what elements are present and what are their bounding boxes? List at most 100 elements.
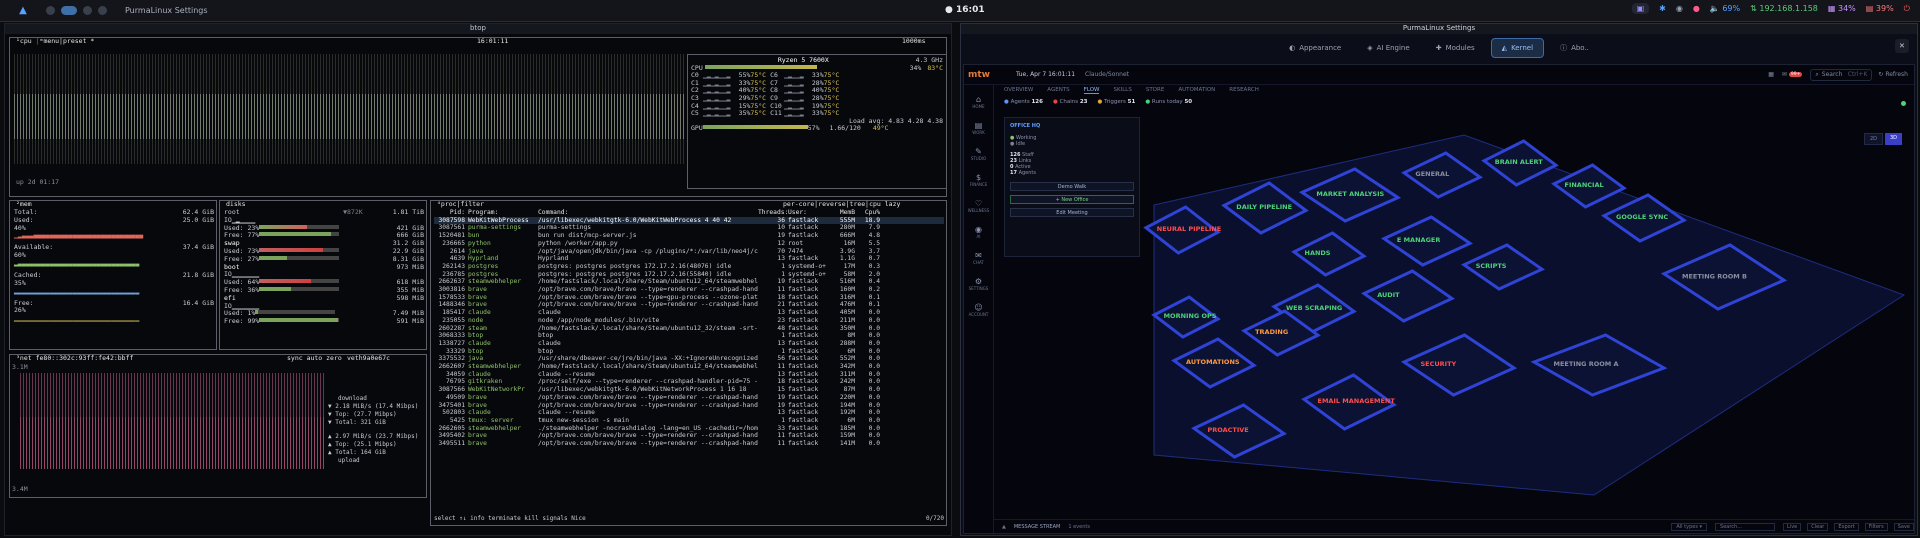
ai-icon: ◈ <box>1367 44 1373 52</box>
table-row[interactable]: 1578533 brave/opt/brave.com/brave/brave -… <box>434 294 944 302</box>
sidebar-item-wellness[interactable]: ♡ WELLNESS <box>968 199 990 213</box>
bluetooth-icon[interactable]: ✱ <box>1659 4 1666 13</box>
stream-export-button[interactable]: Export <box>1834 522 1859 531</box>
tab-modules[interactable]: ✚ Modules <box>1426 39 1485 57</box>
expand-icon[interactable]: ▲ <box>1002 524 1006 530</box>
tab-ai-engine[interactable]: ◈ AI Engine <box>1357 39 1419 57</box>
grid-icon[interactable]: ▦ <box>1768 71 1774 78</box>
settings-window[interactable]: PurmaLinux Settings ◐ Appearance ◈ AI Engin… <box>960 23 1918 536</box>
stream-search-input[interactable]: Search... <box>1715 522 1776 531</box>
table-row[interactable]: 2602287 steam/home/fastslack/.local/share… <box>434 325 944 333</box>
workspace-dot-active[interactable] <box>61 6 77 15</box>
table-row[interactable]: 3087561 purma-settings purma-settings 10 fas… <box>434 224 944 232</box>
type-filter-select[interactable]: All types ▾ <box>1671 522 1708 531</box>
close-icon[interactable]: ✕ <box>1895 39 1909 53</box>
workspace-dot[interactable] <box>83 6 92 15</box>
sidebar-item-home[interactable]: ⌂ HOME <box>972 95 984 109</box>
demo-walk-button[interactable]: Demo Walk <box>1010 182 1134 191</box>
nav-tab-flow[interactable]: FLOW <box>1083 87 1100 94</box>
stream-filters-button[interactable]: Filters <box>1864 522 1888 531</box>
cpu-indicator[interactable]: ▦ 34% <box>1828 4 1856 13</box>
tab-abo--[interactable]: ⓘ Abo.. <box>1550 38 1599 58</box>
sidebar-item-chat[interactable]: ✉ CHAT <box>973 251 984 265</box>
table-row[interactable]: 236785 postgres postgres: postgres postgre… <box>434 271 944 279</box>
btop-interval[interactable]: 1000ms <box>900 38 928 45</box>
power-icon[interactable]: ⏻ <box>1904 4 1910 14</box>
btop-window[interactable]: btop ¹cpu │ᵐmenu│preset * 16:01:11 1000m… <box>4 23 952 536</box>
nav-tab-automation[interactable]: AUTOMATION <box>1178 87 1215 94</box>
table-row[interactable]: 1338727 claude claude 13 fastlack 288M 0.0 <box>434 340 944 348</box>
table-row[interactable]: 3003816 brave/opt/brave.com/brave/brave -… <box>434 286 944 294</box>
launcher-icon[interactable]: ▲ <box>14 2 32 20</box>
mail-icon[interactable]: ✉ <box>1782 71 1787 78</box>
nav-tab-agents[interactable]: AGENTS <box>1047 87 1069 94</box>
chat-icon[interactable]: ▣ <box>1631 3 1650 14</box>
sidebar-item-account[interactable]: ☺ ACCOUNT <box>969 303 989 317</box>
nav-tab-research[interactable]: RESEARCH <box>1229 87 1259 94</box>
search-input[interactable]: ⌕ Search Ctrl+K <box>1810 68 1873 81</box>
volume-value: 69% <box>1722 4 1741 13</box>
new-office-button[interactable]: + New Office <box>1010 195 1134 204</box>
sidebar-icon: ✎ <box>975 147 982 156</box>
notification-icon[interactable]: ● <box>1693 4 1700 13</box>
proc-sort-options[interactable]: per-core│reverse│tree│cpu lazy <box>781 201 903 208</box>
workspace-dot[interactable] <box>98 6 107 15</box>
table-row[interactable]: 76795 gitkraken/proc/self/exe --type=rend… <box>434 378 944 386</box>
table-row[interactable]: 34059 claude claude --resume 13 fastlack 311M… <box>434 371 944 379</box>
sidebar-item-finance[interactable]: $ FINANCE <box>970 173 988 187</box>
table-row[interactable]: 3475401 brave/opt/brave.com/brave/brave -… <box>434 402 944 410</box>
notification-badge[interactable]: 99+ <box>1788 72 1803 77</box>
office-floor-map[interactable]: NEURAL PIPELINE DAILY PIPELINE MARKET ANAL… <box>1134 125 1909 497</box>
edit-meeting-button[interactable]: Edit Meeting <box>1010 208 1134 217</box>
table-row[interactable]: 236665 python python /worker/app.py 12 root 1… <box>434 240 944 248</box>
table-row[interactable]: 185417 claude claude 13 fastlack 405M 0.0 <box>434 309 944 317</box>
proc-panel: ⁴proc│filter per-core│reverse│tree│cpu l… <box>430 200 947 526</box>
table-row[interactable]: 502803 claude claude --resume 13 fastlack 192… <box>434 409 944 417</box>
active-window-title: PurmaLinux Settings <box>125 6 208 15</box>
tab-appearance[interactable]: ◐ Appearance <box>1279 39 1351 57</box>
table-row[interactable]: 2662637 steamwebhelper/home/fastslack/.lo… <box>434 278 944 286</box>
sidebar-item-settings[interactable]: ⚙ SETTINGS <box>969 277 989 291</box>
network-indicator[interactable]: ⇅ 192.168.1.158 <box>1750 4 1818 13</box>
nav-tab-overview[interactable]: OVERVIEW <box>1004 87 1033 94</box>
stream-clear-button[interactable]: Clear <box>1807 522 1829 531</box>
table-row[interactable]: 4639 Hyprland Hyprland 13 fastlack 1.1G 0.7 <box>434 255 944 263</box>
steam-icon[interactable]: ◉ <box>1676 4 1683 13</box>
sidebar-item-work[interactable]: ▤ WORK <box>972 121 985 135</box>
table-row[interactable]: 3375532 java/usr/share/dbeaver-ce/jre/bin… <box>434 355 944 363</box>
table-row[interactable]: 235055 node node /app/node_modules/.bin/vi… <box>434 317 944 325</box>
table-row[interactable]: 3495402 brave/opt/brave.com/brave/brave -… <box>434 432 944 440</box>
process-table[interactable]: Pid: Program: Command: Threads: User: MemB Cpu… <box>434 209 944 448</box>
table-row[interactable]: 1488346 brave/opt/brave.com/brave/brave -… <box>434 301 944 309</box>
stat-agents: ● Agents 126 <box>1004 99 1043 105</box>
sidebar-item-studio[interactable]: ✎ STUDIO <box>971 147 986 161</box>
net-interface[interactable]: veth9a0e67c <box>345 355 393 362</box>
nav-tab-store[interactable]: STORE <box>1146 87 1164 94</box>
table-row[interactable]: 2614 java/opt/java/openjdk/bin/java -cp /… <box>434 248 944 256</box>
table-row[interactable]: 2662605 steamwebhelper ./steamwebhelper -n… <box>434 425 944 433</box>
stream-live-button[interactable]: Live <box>1783 522 1802 531</box>
table-row[interactable]: 49509 brave/opt/brave.com/brave/brave --t… <box>434 394 944 402</box>
table-row[interactable]: 3087598 WebKitWebProcess/usr/libexec/webk… <box>434 216 944 225</box>
workspace-dot[interactable] <box>46 6 55 15</box>
workspace-switcher[interactable] <box>46 6 107 15</box>
sidebar-item-ai[interactable]: ◉ AI <box>975 225 982 239</box>
net-sync-options[interactable]: sync auto zero <box>285 355 344 362</box>
table-row[interactable]: 2662607 steamwebhelper/home/fastslack/.lo… <box>434 363 944 371</box>
cpu-panel: ¹cpu │ᵐmenu│preset * 16:01:11 1000ms up … <box>9 37 947 197</box>
table-row[interactable]: 3068333 btop btop 1 fastlack 8M 0.0 <box>434 332 944 340</box>
table-row[interactable]: 3495511 brave/opt/brave.com/brave/brave -… <box>434 440 944 448</box>
mem-indicator[interactable]: ▤ 39% <box>1866 4 1894 13</box>
table-row[interactable]: 3087566 WebKitNetworkPr/usr/libexec/webki… <box>434 386 944 394</box>
table-row[interactable]: 262143 postgres postgres: postgres postgre… <box>434 263 944 271</box>
table-row[interactable]: 33329 btop btop 1 fastlack 6M 0.0 <box>434 348 944 356</box>
nav-tab-skills[interactable]: SKILLS <box>1113 87 1131 94</box>
stream-save-button[interactable]: Save <box>1893 522 1914 531</box>
table-row[interactable]: 1520481 bun bun run dist/mcp-server.js 19 fa… <box>434 232 944 240</box>
refresh-button[interactable]: ↻ Refresh <box>1878 71 1908 78</box>
message-count: 1 events <box>1068 523 1090 530</box>
volume-indicator[interactable]: 🔈 69% <box>1710 4 1740 13</box>
table-row[interactable]: 5425 tmux: server tmux new-session -s main… <box>434 417 944 425</box>
clock[interactable]: ● 16:01 <box>945 5 985 15</box>
tab-kernel[interactable]: ◭ Kernel <box>1490 38 1545 58</box>
